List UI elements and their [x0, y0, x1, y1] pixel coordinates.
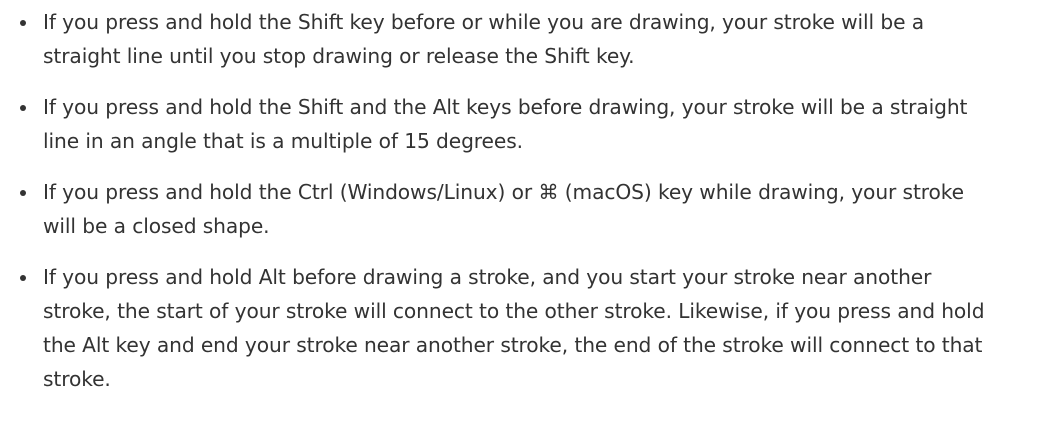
bullet-icon: [20, 275, 26, 281]
bullet-icon: [20, 190, 26, 196]
list-item: If you press and hold the Shift and the …: [20, 90, 1000, 158]
list-item-text: If you press and hold the Ctrl (Windows/…: [43, 180, 964, 238]
bullet-icon: [20, 20, 26, 26]
drawing-tips-list: If you press and hold the Shift key befo…: [20, 5, 1000, 396]
list-item-text: If you press and hold the Shift and the …: [43, 95, 968, 153]
list-item: If you press and hold the Shift key befo…: [20, 5, 1000, 73]
bullet-icon: [20, 105, 26, 111]
list-item-text: If you press and hold Alt before drawing…: [43, 265, 985, 391]
document-body: If you press and hold the Shift key befo…: [0, 5, 1042, 428]
list-item: If you press and hold the Ctrl (Windows/…: [20, 175, 1000, 243]
list-item: If you press and hold Alt before drawing…: [20, 260, 1000, 396]
list-item-text: If you press and hold the Shift key befo…: [43, 10, 924, 68]
